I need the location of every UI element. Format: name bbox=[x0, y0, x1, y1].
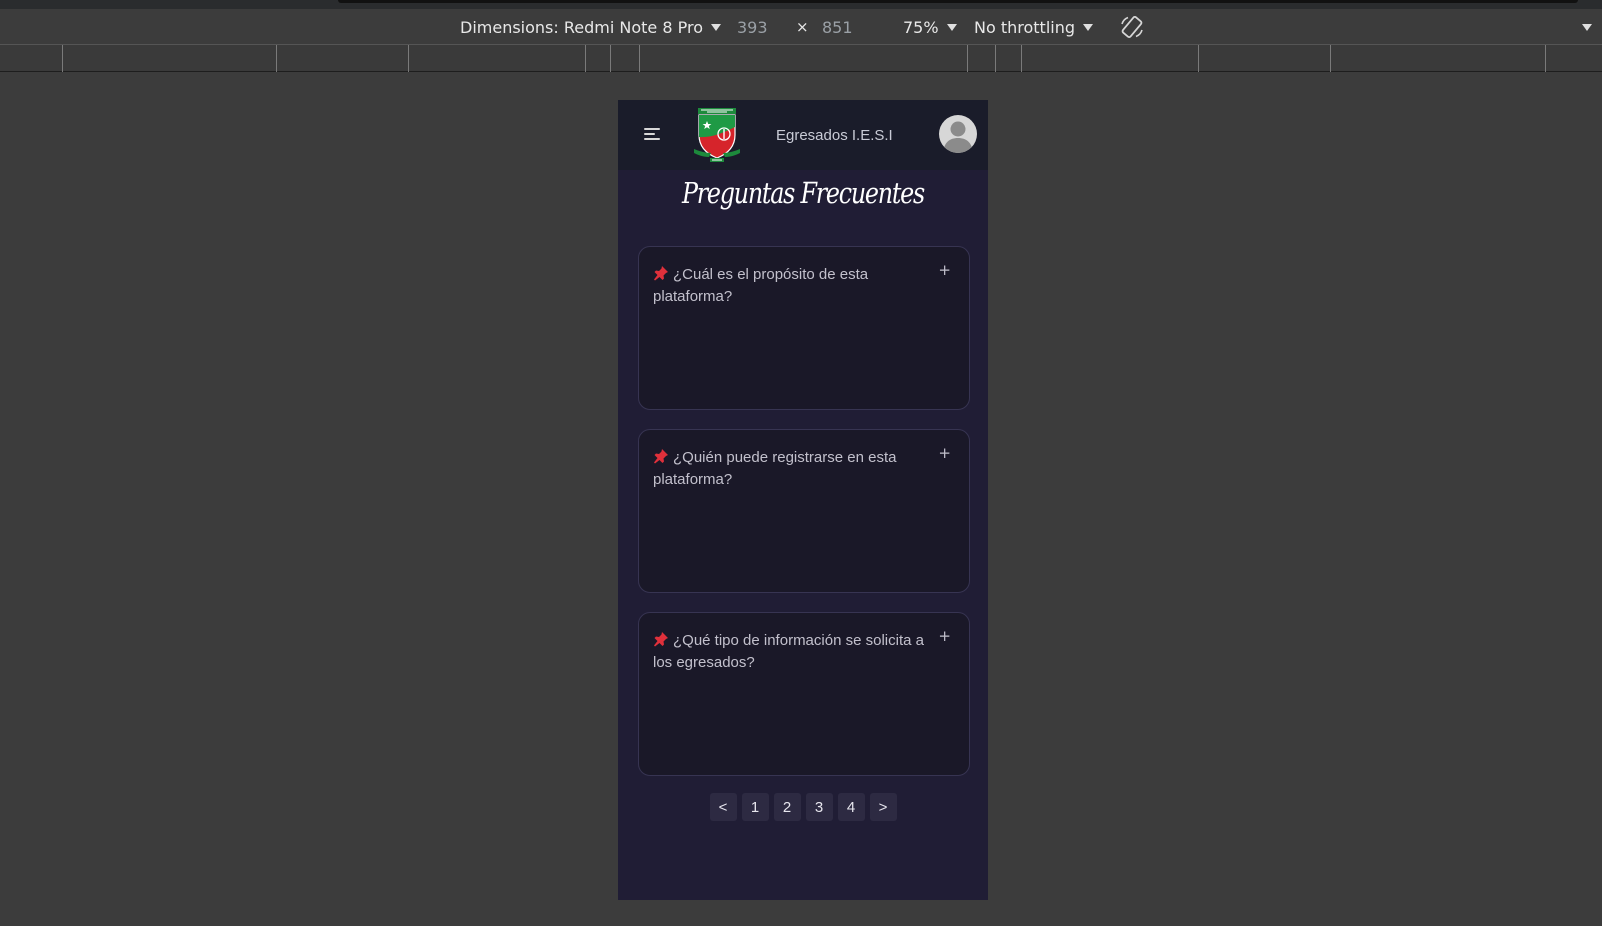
school-shield-logo bbox=[694, 108, 740, 162]
faq-question: ¿Qué tipo de información se solicita a l… bbox=[653, 630, 929, 674]
rotate-button[interactable] bbox=[1118, 9, 1146, 45]
app-header: Egresados I.E.S.I bbox=[618, 100, 988, 170]
ruler-marker[interactable] bbox=[610, 45, 611, 72]
faq-item[interactable]: ¿Qué tipo de información se solicita a l… bbox=[638, 612, 970, 776]
chevron-down-icon bbox=[1582, 23, 1592, 31]
page-button-1[interactable]: 1 bbox=[741, 793, 769, 821]
rotate-icon bbox=[1121, 16, 1143, 38]
pagination: < 1 2 3 4 > bbox=[618, 793, 988, 821]
faq-question: ¿Cuál es el propósito de esta plataforma… bbox=[653, 264, 929, 308]
zoom-label: 75% bbox=[903, 17, 939, 37]
ruler-marker[interactable] bbox=[1021, 45, 1022, 72]
ruler-marker[interactable] bbox=[995, 45, 996, 72]
more-options-button[interactable] bbox=[1574, 9, 1592, 45]
pushpin-icon bbox=[654, 632, 668, 647]
device-dimensions-label: Dimensions: Redmi Note 8 Pro bbox=[460, 17, 703, 37]
media-query-ruler bbox=[0, 45, 1602, 72]
faq-question: ¿Quién puede registrarse en esta platafo… bbox=[653, 447, 929, 491]
ruler-marker[interactable] bbox=[967, 45, 968, 72]
chevron-down-icon bbox=[946, 23, 957, 31]
ruler-marker[interactable] bbox=[1545, 45, 1546, 72]
user-silhouette-icon bbox=[943, 121, 973, 153]
dimension-separator: × bbox=[796, 18, 809, 36]
device-toolbar: Dimensions: Redmi Note 8 Pro 393 × 851 7… bbox=[0, 9, 1602, 45]
plus-icon[interactable]: + bbox=[938, 444, 951, 462]
plus-icon[interactable]: + bbox=[938, 627, 951, 645]
chevron-down-icon bbox=[1083, 23, 1094, 31]
faq-question-text: ¿Quién puede registrarse en esta platafo… bbox=[653, 449, 897, 488]
ruler-marker[interactable] bbox=[408, 45, 409, 72]
throttling-label: No throttling bbox=[974, 17, 1076, 37]
pushpin-icon bbox=[654, 266, 668, 281]
ruler-marker[interactable] bbox=[62, 45, 63, 72]
viewport-width-input[interactable]: 393 bbox=[737, 9, 768, 45]
page-button-2[interactable]: 2 bbox=[773, 793, 801, 821]
mobile-viewport: Egresados I.E.S.I Preguntas Frecuentes ¿… bbox=[618, 100, 988, 900]
plus-icon[interactable]: + bbox=[938, 261, 951, 279]
browser-top-strip bbox=[0, 0, 1602, 9]
zoom-select[interactable]: 75% bbox=[903, 9, 957, 45]
next-page-button[interactable]: > bbox=[869, 793, 897, 821]
faq-question-text: ¿Qué tipo de información se solicita a l… bbox=[653, 632, 924, 671]
menu-icon[interactable] bbox=[644, 128, 660, 140]
browser-tab-bar bbox=[338, 0, 1578, 3]
faq-list: ¿Cuál es el propósito de esta plataforma… bbox=[638, 246, 970, 795]
page-button-4[interactable]: 4 bbox=[837, 793, 865, 821]
chevron-down-icon bbox=[710, 23, 721, 31]
ruler-marker[interactable] bbox=[639, 45, 640, 72]
ruler-marker[interactable] bbox=[1198, 45, 1199, 72]
user-avatar-icon[interactable] bbox=[939, 115, 977, 153]
page-title: Preguntas Frecuentes bbox=[681, 176, 925, 210]
device-dimensions-select[interactable]: Dimensions: Redmi Note 8 Pro bbox=[460, 9, 721, 45]
page-button-3[interactable]: 3 bbox=[805, 793, 833, 821]
throttling-select[interactable]: No throttling bbox=[974, 9, 1094, 45]
ruler-marker[interactable] bbox=[1330, 45, 1331, 72]
faq-item[interactable]: ¿Cuál es el propósito de esta plataforma… bbox=[638, 246, 970, 410]
viewport-height-input[interactable]: 851 bbox=[822, 9, 853, 45]
prev-page-button[interactable]: < bbox=[709, 793, 737, 821]
ruler-marker[interactable] bbox=[585, 45, 586, 72]
faq-question-text: ¿Cuál es el propósito de esta plataforma… bbox=[653, 266, 869, 305]
pushpin-icon bbox=[654, 449, 668, 464]
faq-item[interactable]: ¿Quién puede registrarse en esta platafo… bbox=[638, 429, 970, 593]
brand-title: Egresados I.E.S.I bbox=[776, 126, 893, 144]
ruler-marker[interactable] bbox=[276, 45, 277, 72]
